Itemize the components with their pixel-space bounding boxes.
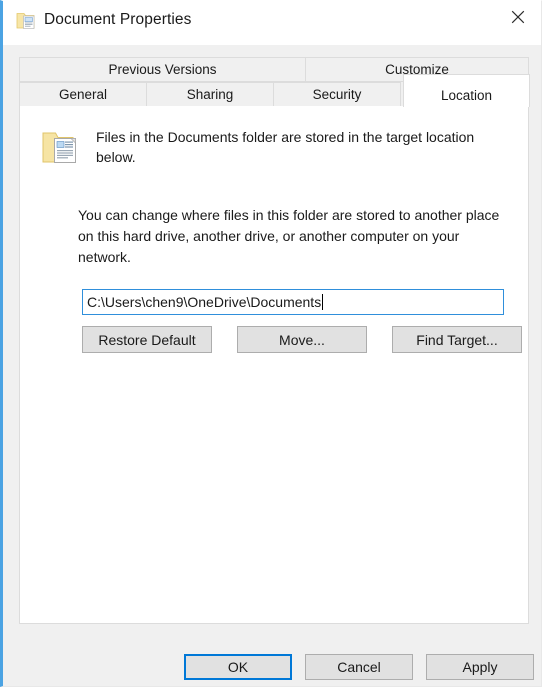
move-button[interactable]: Move... (237, 326, 367, 353)
tab-row-bottom: General Sharing Security Location (19, 74, 530, 107)
location-path-value: C:\Users\chen9\OneDrive\Documents (87, 294, 322, 310)
tab-label: General (58, 87, 108, 102)
tab-label: Security (312, 87, 362, 102)
cancel-button[interactable]: Cancel (305, 654, 413, 680)
tab-security[interactable]: Security (273, 82, 401, 107)
document-properties-dialog: Document Properties Previous Versions Cu… (0, 0, 542, 687)
find-target-button[interactable]: Find Target... (392, 326, 522, 353)
tab-previous-versions[interactable]: Previous Versions (19, 57, 306, 82)
tab-label: Sharing (186, 87, 234, 102)
button-label: Move... (279, 331, 325, 348)
tab-general[interactable]: General (19, 82, 147, 107)
location-info-text: Files in the Documents folder are stored… (96, 129, 475, 165)
location-tab-panel: Files in the Documents folder are stored… (19, 106, 529, 624)
text-caret (322, 294, 324, 310)
close-icon (511, 10, 525, 24)
folder-document-icon (42, 129, 80, 165)
tab-sharing[interactable]: Sharing (146, 82, 274, 107)
ok-button[interactable]: OK (184, 654, 292, 680)
button-label: Find Target... (416, 331, 498, 348)
close-button[interactable] (495, 1, 541, 33)
title-bar: Document Properties (3, 1, 541, 45)
folder-document-icon (16, 10, 38, 30)
location-action-buttons: Restore Default Move... Find Target... (82, 326, 522, 354)
tab-label: Previous Versions (108, 62, 217, 77)
location-description-text: You can change where files in this folde… (78, 207, 500, 265)
button-label: Cancel (337, 659, 381, 675)
location-path-input[interactable]: C:\Users\chen9\OneDrive\Documents (82, 289, 504, 315)
dialog-button-bar: OK Cancel Apply (3, 646, 541, 686)
window-title: Document Properties (44, 11, 192, 28)
button-label: OK (227, 659, 249, 675)
tab-label: Location (440, 88, 493, 103)
button-label: Apply (462, 659, 498, 675)
tab-location[interactable]: Location (403, 74, 530, 107)
apply-button[interactable]: Apply (426, 654, 534, 680)
property-tabs: Previous Versions Customize General Shar… (19, 57, 530, 107)
button-label: Restore Default (98, 331, 196, 348)
restore-default-button[interactable]: Restore Default (82, 326, 212, 353)
